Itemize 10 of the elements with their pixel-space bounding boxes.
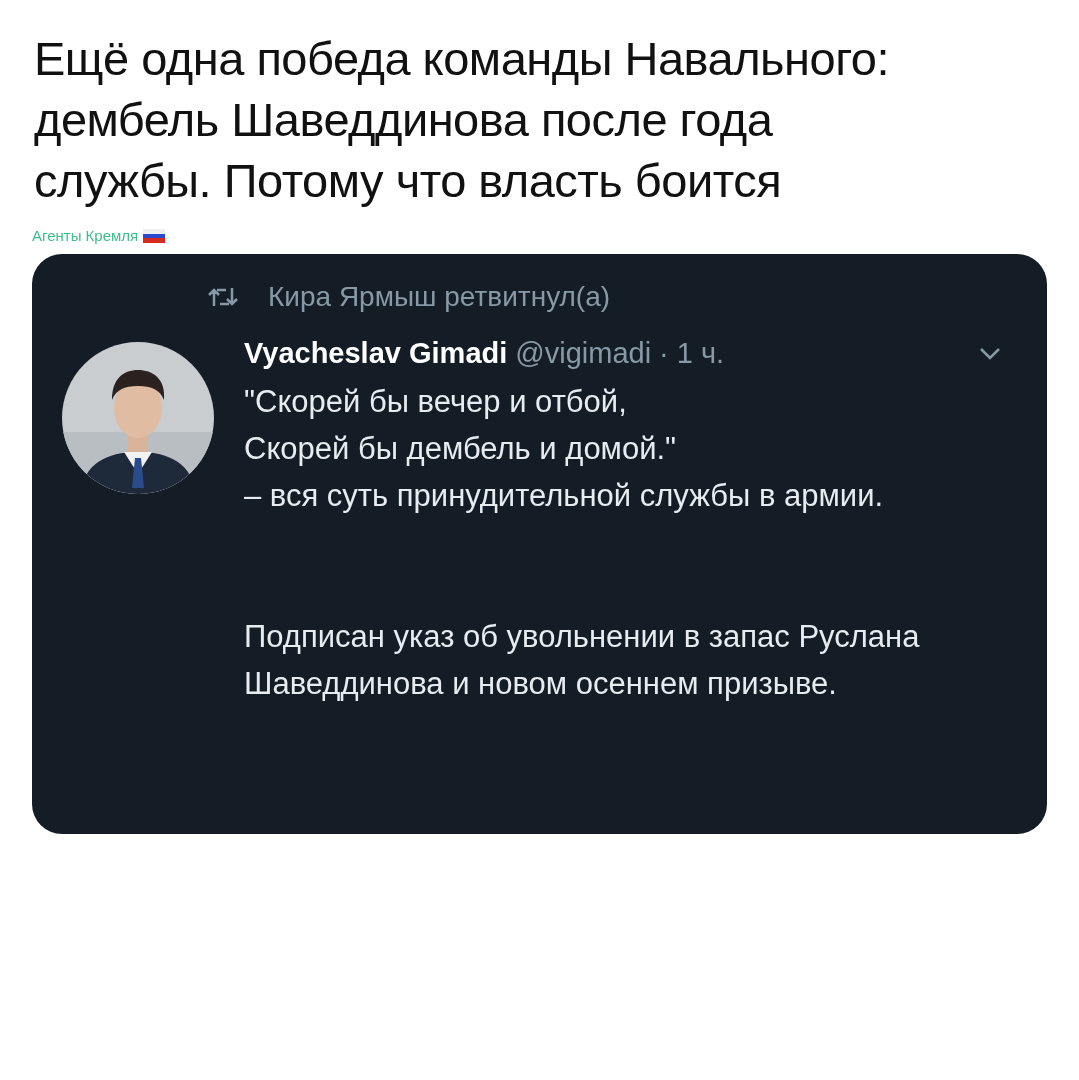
author-name[interactable]: Vyacheslav Gimadi	[244, 332, 508, 376]
chevron-down-icon[interactable]	[979, 346, 1001, 361]
source-label: Агенты Кремля	[32, 226, 139, 246]
tweet-time: · 1 ч.	[659, 336, 725, 371]
tweet-text: "Скорей бы вечер и отбой, Скорей бы дембель и домой." – вся суть принудительной службы в армии. Подписан указ об увольнении в запас Руслана Шаведдинова и новом осеннем призыве.	[244, 382, 921, 703]
retweet-icon	[208, 286, 238, 308]
flag-icon	[143, 229, 166, 244]
author-handle: @vigimadi	[515, 336, 652, 371]
retweet-label: Кира Ярмыш ретвитнул(а)	[268, 280, 611, 314]
post-title: Ещё одна победа команды Навального: дембель Шаведдинова после года службы. Потому что власть боится	[34, 31, 890, 209]
